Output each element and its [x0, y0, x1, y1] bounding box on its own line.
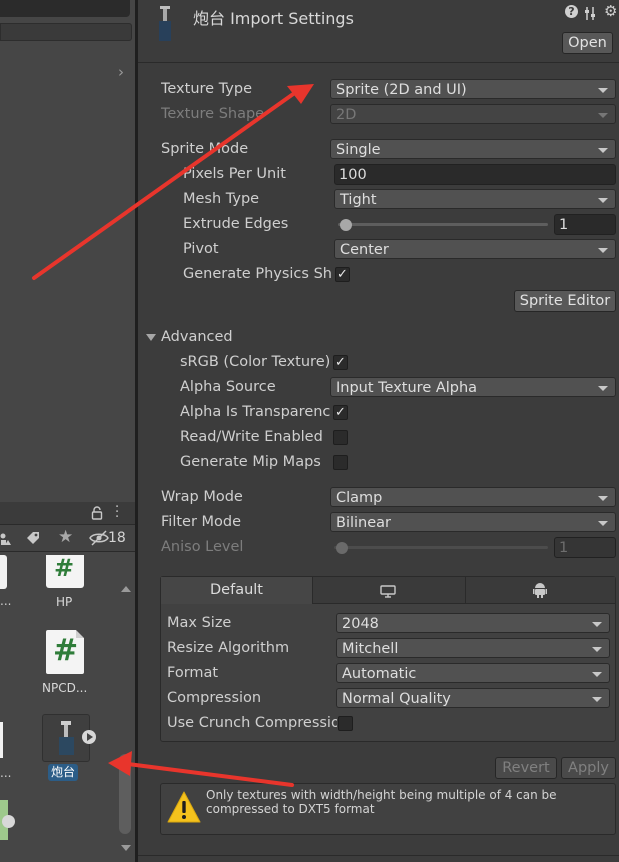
annotation-arrow-texture-type	[32, 84, 314, 280]
annotation-arrows	[32, 84, 314, 787]
annotation-arrow-asset	[108, 751, 294, 787]
